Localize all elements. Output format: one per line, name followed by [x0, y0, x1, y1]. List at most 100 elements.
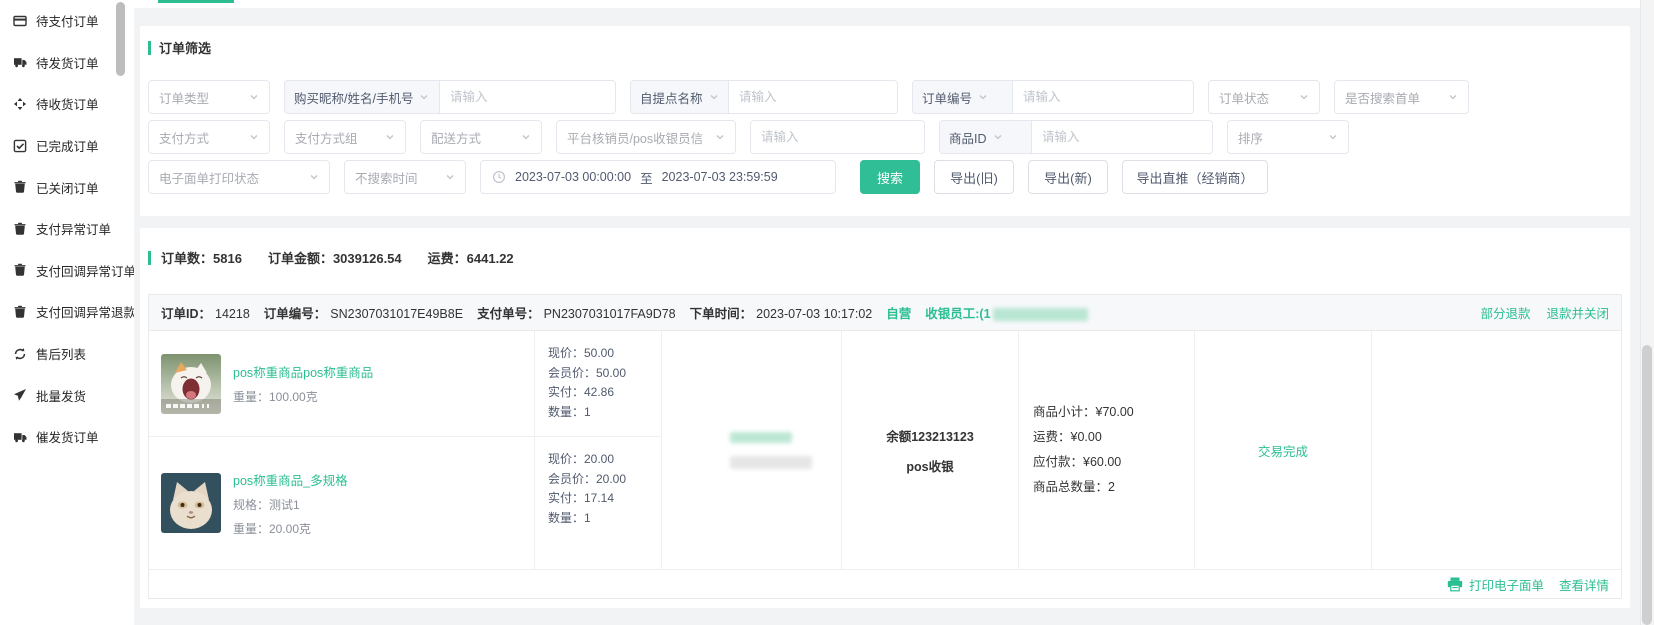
delivery-method-select[interactable]: 配送方式: [420, 120, 542, 154]
buyer-search-input[interactable]: [440, 81, 615, 113]
time-mode-select[interactable]: 不搜索时间: [344, 160, 466, 194]
sidebar-item-label: 待收货订单: [36, 94, 99, 113]
trash-icon: [13, 222, 27, 236]
sidebar-item-completed[interactable]: 已完成订单: [0, 125, 134, 167]
payment-column: 余额123213123 pos收银: [841, 331, 1018, 569]
price-column: 现价：50.00 会员价：50.00 实付：42.86 数量：1 现价：20.0…: [534, 331, 661, 569]
first-order-placeholder: 是否搜索首单: [1345, 88, 1420, 107]
print-waybill-link[interactable]: 打印电子面单: [1447, 575, 1544, 594]
product-image: [161, 473, 221, 533]
product-name-link[interactable]: pos称重商品pos称重商品: [233, 362, 373, 381]
buyer-search-type-label: 购买昵称/姓名/手机号: [294, 88, 413, 107]
goods-id-label: 商品ID: [949, 128, 987, 147]
filter-section-title: 订单筛选: [148, 38, 1622, 57]
sort-select[interactable]: 排序: [1227, 120, 1349, 154]
order-no-input[interactable]: [1013, 81, 1193, 113]
page-scrollbar-thumb[interactable]: [1642, 345, 1652, 625]
product-info: pos称重商品_多规格 规格：测试1 重量：20.00克: [233, 470, 348, 537]
first-order-select[interactable]: 是否搜索首单: [1334, 80, 1469, 114]
product-weight: 重量：100.00克: [233, 388, 373, 405]
product-row-2: pos称重商品_多规格 规格：测试1 重量：20.00克: [149, 437, 534, 569]
filter-row-2: 支付方式 支付方式组 配送方式 平台核销员/pos收银员信 商品ID: [148, 120, 1622, 154]
view-detail-link[interactable]: 查看详情: [1559, 575, 1609, 594]
chevron-down-icon: [709, 92, 719, 102]
page-scrollbar[interactable]: [1640, 0, 1654, 625]
redacted-cashier-phone: [993, 308, 1088, 321]
clock-icon: [492, 170, 506, 184]
buyer-search-group: 购买昵称/姓名/手机号: [284, 80, 616, 114]
totals-subtotal: 商品小计：¥70.00: [1033, 400, 1194, 425]
sidebar-item-payment-error[interactable]: 支付异常订单: [0, 208, 134, 250]
order-card: 订单ID：14218 订单编号：SN2307031017E49B8E 支付单号：…: [148, 294, 1622, 599]
date-end: 2023-07-03 23:59:59: [662, 170, 778, 184]
order-table: pos称重商品pos称重商品 重量：100.00克: [149, 331, 1621, 569]
sidebar-item-label: 待发货订单: [36, 53, 99, 72]
product-image: [161, 354, 221, 414]
product-name-link[interactable]: pos称重商品_多规格: [233, 470, 348, 489]
chevron-down-icon: [978, 92, 988, 102]
pay-method-select[interactable]: 支付方式: [148, 120, 270, 154]
sidebar-scrollbar-thumb[interactable]: [116, 2, 125, 76]
export-direct-button[interactable]: 导出直推（经销商）: [1122, 160, 1268, 194]
printer-icon: [1447, 577, 1463, 592]
verifier-input[interactable]: [750, 120, 925, 154]
pickup-point-select[interactable]: 自提点名称: [631, 81, 729, 113]
order-status-select[interactable]: 订单状态: [1208, 80, 1320, 114]
sidebar-item-pending-delivery[interactable]: 待发货订单: [0, 42, 134, 84]
export-old-button[interactable]: 导出(旧): [934, 160, 1014, 194]
product-info: pos称重商品pos称重商品 重量：100.00克: [233, 362, 373, 405]
order-no-type-select[interactable]: 订单编号: [913, 81, 1013, 113]
sidebar: 待支付订单 待发货订单 待收货订单 已完成订单 已关闭订单 支付异常订单 支付回…: [0, 0, 134, 625]
summary-freight: 运费：6441.22: [428, 248, 514, 267]
sidebar-item-closed[interactable]: 已关闭订单: [0, 166, 134, 208]
sidebar-item-aftersale[interactable]: 售后列表: [0, 333, 134, 375]
search-button[interactable]: 搜索: [860, 160, 920, 194]
sort-placeholder: 排序: [1238, 128, 1263, 147]
date-range-picker[interactable]: 2023-07-03 00:00:00 至 2023-07-03 23:59:5…: [480, 160, 836, 194]
sidebar-item-urge-ship[interactable]: 催发货订单: [0, 416, 134, 458]
price-line: 现价：50.00: [548, 344, 661, 364]
refund-close-link[interactable]: 退款并关闭: [1546, 303, 1609, 322]
sidebar-item-callback-error-refund[interactable]: 支付回调异常退款: [0, 291, 134, 333]
order-type-select[interactable]: 订单类型: [148, 80, 270, 114]
price-line: 实付：42.86: [548, 383, 661, 403]
goods-id-group: 商品ID: [939, 120, 1213, 154]
pickup-point-input[interactable]: [729, 81, 897, 113]
partial-refund-link[interactable]: 部分退款: [1480, 303, 1530, 322]
price-line: 数量：1: [548, 403, 661, 423]
buyer-column: [661, 331, 841, 569]
order-id: 订单ID：14218: [161, 303, 250, 322]
order-type-placeholder: 订单类型: [159, 88, 209, 107]
cat-photo-1: [161, 354, 221, 414]
goods-id-type-select[interactable]: 商品ID: [940, 121, 1032, 153]
sidebar-item-callback-error-order[interactable]: 支付回调异常订单: [0, 250, 134, 292]
pay-method-group-select[interactable]: 支付方式组: [284, 120, 406, 154]
chevron-down-icon: [309, 172, 319, 182]
filter-row-1: 订单类型 购买昵称/姓名/手机号 自提点名称 订单编号: [148, 80, 1622, 114]
active-tab-underline: [158, 0, 234, 3]
verifier-select[interactable]: 平台核销员/pos收银员信: [556, 120, 736, 154]
price-block-1: 现价：50.00 会员价：50.00 实付：42.86 数量：1: [535, 331, 661, 437]
chevron-down-icon: [1328, 132, 1338, 142]
sidebar-item-pending-payment[interactable]: 待支付订单: [0, 0, 134, 42]
pickup-point-group: 自提点名称: [630, 80, 898, 114]
pickup-point-label: 自提点名称: [640, 88, 703, 107]
goods-id-input[interactable]: [1032, 121, 1212, 153]
chevron-down-icon: [249, 92, 259, 102]
summary-order-amount: 订单金额：3039126.54: [268, 248, 402, 267]
truck-icon: [13, 55, 27, 69]
status-column: 交易完成: [1194, 331, 1371, 569]
self-operated-tag: 自营: [886, 303, 911, 322]
sidebar-item-pending-receipt[interactable]: 待收货订单: [0, 83, 134, 125]
buyer-search-type-select[interactable]: 购买昵称/姓名/手机号: [285, 81, 440, 113]
export-new-button[interactable]: 导出(新): [1028, 160, 1108, 194]
sidebar-item-label: 售后列表: [36, 344, 86, 363]
price-block-2: 现价：20.00 会员价：20.00 实付：17.14 数量：1: [535, 437, 661, 569]
waybill-print-status-select[interactable]: 电子面单打印状态: [148, 160, 330, 194]
section-accent-bar: [148, 41, 151, 55]
sidebar-item-batch-ship[interactable]: 批量发货: [0, 374, 134, 416]
chevron-down-icon: [419, 92, 429, 102]
receive-icon: [13, 97, 27, 111]
redacted-buyer-phone: [730, 456, 812, 469]
refresh-icon: [13, 347, 27, 361]
